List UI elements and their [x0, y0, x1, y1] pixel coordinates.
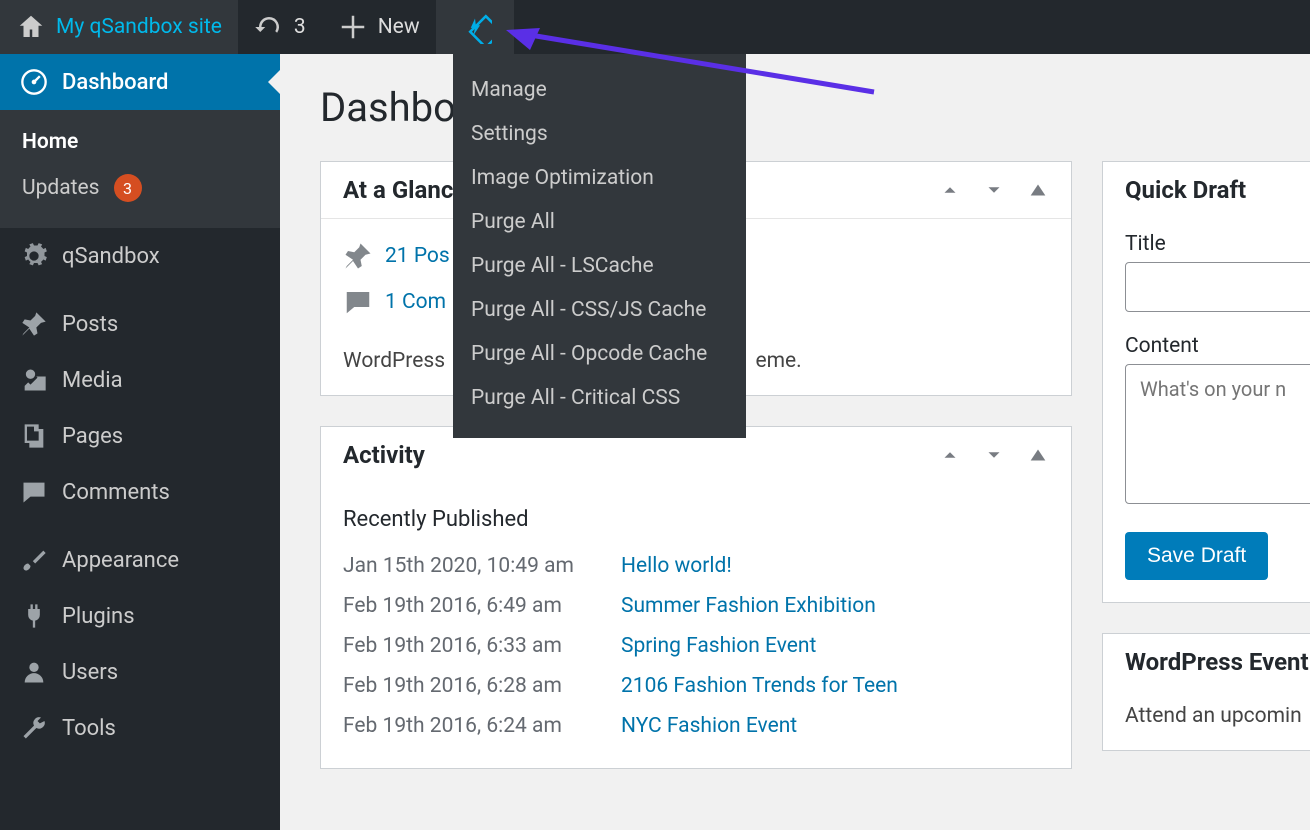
refresh-icon: [254, 12, 284, 42]
content-area: Dashbo At a Glanc 21 Pos: [280, 54, 1310, 830]
litespeed-icon: [458, 10, 492, 44]
pin-icon: [343, 241, 373, 271]
activity-link[interactable]: NYC Fashion Event: [621, 714, 797, 738]
litespeed-dropdown: Manage Settings Image Optimization Purge…: [453, 54, 746, 438]
user-icon: [20, 658, 48, 686]
activity-link[interactable]: Summer Fashion Exhibition: [621, 594, 876, 618]
quick-draft-box: Quick Draft Title Content Save Draft: [1102, 161, 1310, 603]
sidebar-pages[interactable]: Pages: [0, 408, 280, 464]
sidebar-appearance[interactable]: Appearance: [0, 532, 280, 588]
sidebar-dashboard-label: Dashboard: [62, 70, 168, 95]
events-box: WordPress Event Attend an upcomin: [1102, 633, 1310, 751]
plus-icon: [338, 12, 368, 42]
chevron-up-icon[interactable]: [939, 179, 961, 201]
dropdown-item-image-opt[interactable]: Image Optimization: [453, 156, 746, 200]
dropdown-item-settings[interactable]: Settings: [453, 112, 746, 156]
sidebar-media[interactable]: Media: [0, 352, 280, 408]
qd-title-input[interactable]: [1125, 262, 1310, 312]
adminbar-update-count: 3: [294, 15, 306, 39]
sidebar-plugins[interactable]: Plugins: [0, 588, 280, 644]
save-draft-button[interactable]: Save Draft: [1125, 532, 1268, 580]
adminbar-updates[interactable]: 3: [238, 0, 322, 54]
triangle-up-icon[interactable]: [1027, 444, 1049, 466]
sidebar-posts[interactable]: Posts: [0, 296, 280, 352]
pages-icon: [20, 422, 48, 450]
comment-icon: [343, 287, 373, 317]
dropdown-item-manage[interactable]: Manage: [453, 68, 746, 112]
comments-icon: [20, 478, 48, 506]
activity-box: Activity Recently Published Jan 15th 202…: [320, 426, 1072, 769]
chevron-down-icon[interactable]: [983, 179, 1005, 201]
adminbar-litespeed[interactable]: [436, 0, 514, 54]
updates-count-badge: 3: [114, 174, 142, 202]
adminbar-new-label: New: [378, 15, 420, 39]
sidebar-users[interactable]: Users: [0, 644, 280, 700]
dropdown-item-purge-lscache[interactable]: Purge All - LSCache: [453, 244, 746, 288]
media-icon: [20, 366, 48, 394]
adminbar-site-name: My qSandbox site: [56, 15, 222, 39]
qd-content-label: Content: [1125, 334, 1310, 358]
activity-row: Feb 19th 2016, 6:24 am NYC Fashion Event: [343, 706, 1049, 746]
activity-row: Jan 15th 2020, 10:49 am Hello world!: [343, 546, 1049, 586]
chevron-up-icon[interactable]: [939, 444, 961, 466]
wrench-icon: [20, 714, 48, 742]
gear-icon: [20, 242, 48, 270]
plugin-icon: [20, 602, 48, 630]
sidebar-sub-updates[interactable]: Updates 3: [0, 164, 280, 212]
sidebar-comments[interactable]: Comments: [0, 464, 280, 520]
sidebar-qsandbox[interactable]: qSandbox: [0, 228, 280, 284]
activity-link[interactable]: 2106 Fashion Trends for Teen: [621, 674, 898, 698]
dashboard-icon: [20, 68, 48, 96]
glance-posts[interactable]: 21 Pos: [343, 233, 450, 279]
activity-link[interactable]: Spring Fashion Event: [621, 634, 816, 658]
events-title: WordPress Event: [1125, 648, 1309, 676]
admin-bar: My qSandbox site 3 New: [0, 0, 1310, 54]
adminbar-site[interactable]: My qSandbox site: [0, 0, 238, 54]
chevron-down-icon[interactable]: [983, 444, 1005, 466]
adminbar-new[interactable]: New: [322, 0, 436, 54]
sidebar-dashboard-submenu: Home Updates 3: [0, 110, 280, 228]
qd-content-textarea[interactable]: [1125, 364, 1310, 504]
activity-title: Activity: [343, 441, 425, 469]
activity-row: Feb 19th 2016, 6:28 am 2106 Fashion Tren…: [343, 666, 1049, 706]
activity-row: Feb 19th 2016, 6:33 am Spring Fashion Ev…: [343, 626, 1049, 666]
sidebar-tools[interactable]: Tools: [0, 700, 280, 756]
glance-comments[interactable]: 1 Com: [343, 279, 446, 325]
activity-link[interactable]: Hello world!: [621, 554, 732, 578]
quick-draft-title: Quick Draft: [1125, 176, 1246, 204]
triangle-up-icon[interactable]: [1027, 179, 1049, 201]
qd-title-label: Title: [1125, 232, 1310, 256]
events-body-text: Attend an upcomin: [1125, 704, 1302, 728]
admin-sidebar: Dashboard Home Updates 3 qSandbox Posts …: [0, 54, 280, 830]
dropdown-item-purgeall[interactable]: Purge All: [453, 200, 746, 244]
activity-list: Jan 15th 2020, 10:49 am Hello world! Feb…: [343, 546, 1049, 746]
activity-row: Feb 19th 2016, 6:49 am Summer Fashion Ex…: [343, 586, 1049, 626]
glance-title: At a Glanc: [343, 176, 453, 204]
dropdown-item-purge-critical[interactable]: Purge All - Critical CSS: [453, 376, 746, 420]
sidebar-sub-home[interactable]: Home: [0, 120, 280, 164]
dropdown-item-purge-opcode[interactable]: Purge All - Opcode Cache: [453, 332, 746, 376]
dropdown-item-purge-cssjs[interactable]: Purge All - CSS/JS Cache: [453, 288, 746, 332]
activity-subheading: Recently Published: [343, 507, 1049, 532]
sidebar-dashboard[interactable]: Dashboard: [0, 54, 280, 110]
brush-icon: [20, 546, 48, 574]
pin-icon: [20, 310, 48, 338]
home-icon: [16, 12, 46, 42]
